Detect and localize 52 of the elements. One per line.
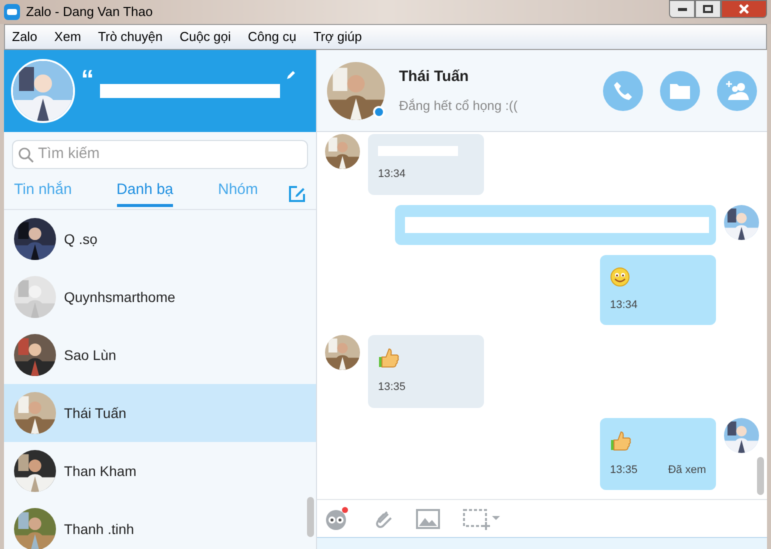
contact-name: Than Kham	[64, 462, 136, 480]
contact-row[interactable]: Q .sọ	[4, 210, 316, 268]
sticker-icon[interactable]	[324, 506, 350, 532]
contact-row[interactable]: Sao Lùn	[4, 326, 316, 384]
scrollbar-thumb[interactable]	[757, 457, 764, 495]
contact-name: Quynhsmarthome	[64, 288, 176, 307]
message-time: 13:34	[378, 167, 406, 182]
menu-item[interactable]: Zalo	[12, 27, 38, 47]
contact-row[interactable]: Quynhsmarthome	[4, 268, 316, 326]
app-logo-icon	[4, 4, 20, 20]
call-button[interactable]	[603, 70, 643, 110]
search-icon	[18, 146, 34, 162]
folder-icon	[669, 82, 691, 100]
files-button[interactable]	[660, 70, 700, 110]
image-icon[interactable]	[416, 508, 440, 528]
quote-mark: “	[81, 63, 94, 96]
add-member-button[interactable]	[717, 70, 757, 110]
message-input[interactable]	[317, 537, 767, 549]
maximize-button[interactable]	[695, 0, 721, 18]
menu-item[interactable]: Cuộc gọi	[180, 27, 231, 47]
window-title: Zalo - Dang Van Thao	[26, 3, 153, 22]
contact-row[interactable]: Thái Tuấn	[4, 384, 316, 442]
message-time: 13:34	[610, 298, 638, 312]
contact-name: Thái Tuấn	[399, 66, 470, 86]
contact-name: Sao Lùn	[64, 346, 116, 364]
contact-name: Thanh .tinh	[64, 520, 134, 538]
contact-row[interactable]: Than Kham	[4, 442, 316, 500]
smiley-icon	[610, 266, 630, 286]
contact-row[interactable]: Thanh .tinh	[4, 500, 316, 549]
compose-icon[interactable]	[288, 185, 306, 203]
contact-status: Đắng hết cổ họng :((	[399, 97, 519, 115]
scrollbar-thumb[interactable]	[307, 497, 314, 537]
search-field[interactable]: Tìm kiếm	[12, 140, 308, 169]
phone-icon	[612, 80, 634, 102]
message-time: 13:35	[610, 462, 638, 478]
close-icon	[739, 4, 749, 14]
add-people-icon	[724, 80, 750, 102]
menu-item[interactable]: Trò chuyện	[98, 27, 163, 47]
menu-item[interactable]: Trợ giúp	[313, 27, 362, 47]
menu-item[interactable]: Xem	[54, 27, 82, 47]
thumbs-up-icon	[378, 347, 400, 369]
close-button[interactable]	[721, 0, 767, 18]
contact-name: Q .sọ	[64, 230, 98, 249]
seen-receipt: Đã xem	[668, 462, 706, 478]
thumbs-up-icon	[610, 430, 632, 452]
minimize-button[interactable]	[669, 0, 695, 18]
message-time: 13:35	[378, 380, 406, 395]
search-input: Tìm kiếm	[38, 143, 302, 166]
contact-name: Thái Tuấn	[64, 404, 126, 422]
pencil-icon[interactable]	[286, 70, 296, 80]
screenshot-icon[interactable]	[462, 508, 502, 530]
menu-item[interactable]: Công cụ	[248, 27, 296, 47]
